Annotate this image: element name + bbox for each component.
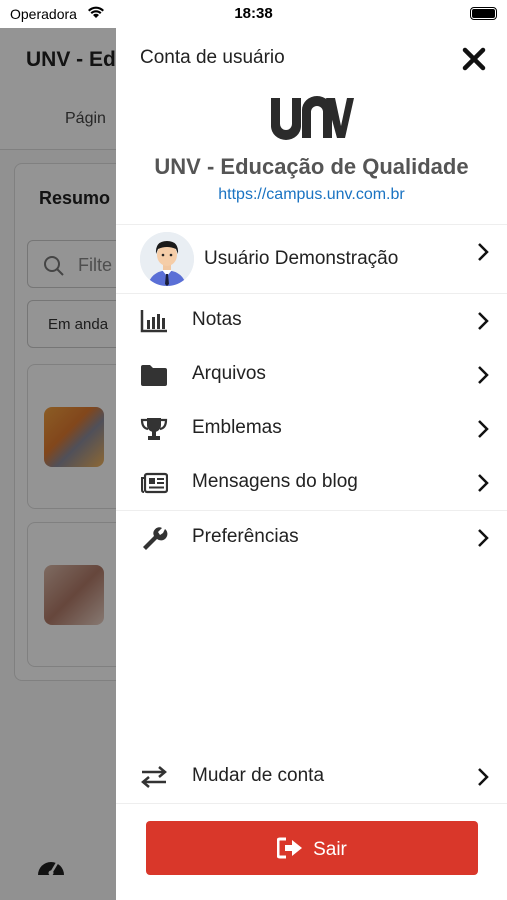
newspaper-icon	[141, 472, 168, 494]
chevron-right-icon	[478, 243, 489, 261]
chevron-right-icon	[478, 768, 489, 786]
trophy-icon	[140, 418, 168, 440]
logout-button[interactable]: Sair	[146, 821, 478, 875]
switch-account-button[interactable]: Mudar de conta	[116, 750, 507, 804]
exchange-arrows-icon	[141, 766, 167, 788]
drawer-header: Conta de usuário	[116, 28, 507, 88]
site-info: UNV - Educação de Qualidade https://camp…	[116, 88, 507, 225]
menu-item-preferencias[interactable]: Preferências	[116, 511, 507, 565]
close-icon[interactable]	[461, 46, 487, 72]
site-logo	[270, 96, 354, 140]
wrench-icon	[143, 527, 168, 550]
menu-label-notas: Notas	[192, 309, 242, 330]
account-drawer: Conta de usuário UNV - Educação de Quali…	[116, 28, 507, 900]
chevron-right-icon	[478, 474, 489, 492]
sign-out-icon	[276, 837, 303, 859]
drawer-title: Conta de usuário	[140, 47, 285, 68]
drawer-footer: Mudar de conta Sair	[116, 750, 507, 900]
menu-label-arquivos: Arquivos	[192, 363, 266, 384]
avatar	[140, 232, 194, 286]
menu-item-arquivos[interactable]: Arquivos	[116, 348, 507, 402]
site-url-link[interactable]: https://campus.unv.com.br	[116, 186, 507, 204]
chevron-right-icon	[478, 420, 489, 438]
clock: 18:38	[234, 5, 273, 22]
menu-label-emblemas: Emblemas	[192, 417, 282, 438]
menu-item-notas[interactable]: Notas	[116, 294, 507, 348]
logout-label: Sair	[313, 839, 347, 860]
folder-icon	[141, 365, 167, 386]
status-bar: Operadora 18:38	[0, 0, 507, 28]
user-name: Usuário Demonstração	[204, 248, 399, 269]
user-profile-row[interactable]: Usuário Demonstração	[116, 225, 507, 294]
menu-item-emblemas[interactable]: Emblemas	[116, 402, 507, 456]
site-name: UNV - Educação de Qualidade	[154, 154, 469, 179]
menu-label-mensagens-blog: Mensagens do blog	[192, 471, 358, 492]
chevron-right-icon	[478, 529, 489, 547]
switch-account-label: Mudar de conta	[192, 765, 325, 786]
chevron-right-icon	[478, 312, 489, 330]
chevron-right-icon	[478, 366, 489, 384]
menu-item-mensagens-blog[interactable]: Mensagens do blog	[116, 456, 507, 510]
menu-label-preferencias: Preferências	[192, 526, 299, 547]
battery-icon	[470, 7, 497, 20]
chart-bar-icon	[140, 310, 167, 333]
